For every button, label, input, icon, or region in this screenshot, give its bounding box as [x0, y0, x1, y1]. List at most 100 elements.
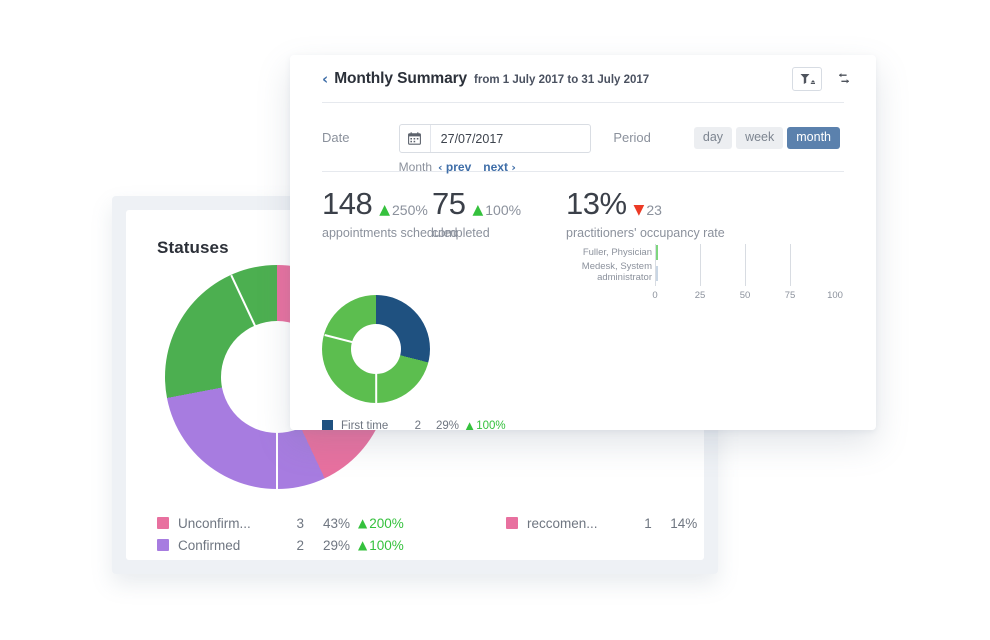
legend-label: First time	[341, 419, 389, 431]
occupancy-bar[interactable]	[656, 245, 658, 260]
occupancy-bar-chart: Fuller, Physician Medesk, System adminis…	[580, 244, 848, 306]
date-label: Date	[322, 130, 350, 145]
legend-count: 2	[414, 419, 421, 431]
period-label: Period	[613, 130, 651, 145]
stat-delta-value: 23	[646, 202, 662, 218]
stats-row: 148 ▲ 250% appointments scheduled 75 ▲ 1…	[290, 172, 876, 240]
stat-value: 75	[432, 186, 466, 221]
stat-caption: appointments scheduled	[322, 226, 458, 240]
monthly-summary-card: ‹ Monthly Summary from 1 July 2017 to 31…	[290, 55, 876, 430]
occupancy-row: Fuller, Physician	[580, 244, 652, 262]
legend-count: 3	[296, 515, 304, 531]
occupancy-bar[interactable]	[656, 266, 658, 281]
axis-tick: 75	[784, 290, 796, 301]
stat-delta: ▼ 23	[634, 202, 662, 218]
month-nav: Month ‹ prev next ›	[399, 160, 592, 174]
legend-delta-value: 100%	[369, 560, 404, 561]
next-month-link[interactable]: next ›	[483, 160, 516, 174]
stat-value: 13%	[566, 186, 627, 221]
period-option-month[interactable]: month	[787, 127, 840, 149]
legend-delta: ▲ 100%	[358, 538, 404, 553]
legend-percent: 43%	[322, 515, 350, 531]
axis-tick: 100	[827, 290, 843, 301]
gridline	[790, 244, 791, 286]
legend-count: 2	[296, 537, 304, 553]
arrow-up-icon: ▲	[472, 202, 484, 218]
stat-completed: 75 ▲ 100% completed	[432, 188, 566, 240]
legend-swatch	[322, 420, 333, 430]
axis-tick: 0	[652, 290, 658, 301]
month-nav-label: Month	[398, 160, 433, 174]
stat-caption: completed	[432, 226, 490, 240]
date-value[interactable]: 27/07/2017	[431, 132, 504, 146]
controls-row: Date 27/07/2017 Month ‹ prev next › Peri…	[290, 103, 876, 174]
stat-occupancy-rate: 13% ▼ 23 practitioners' occupancy rate	[566, 188, 725, 240]
period-toggle: day week month	[693, 124, 844, 149]
legend-delta: ▲ 100%	[465, 420, 506, 431]
stat-delta-value: 100%	[485, 202, 522, 218]
arrow-up-icon: ▲	[358, 538, 368, 552]
date-range-label: from 1 July 2017 to 31 July 2017	[474, 73, 650, 86]
legend-delta: ▲ 200%	[358, 516, 404, 531]
legend-swatch	[506, 517, 518, 529]
legend-percent: 29%	[304, 560, 358, 561]
date-group: 27/07/2017 Month ‹ prev next ›	[398, 124, 592, 174]
type-legend: First time 2 29% ▲ 100% Follow-up 5 71% …	[322, 417, 506, 430]
legend-percent: 29%	[435, 419, 459, 431]
donut-hole	[351, 324, 401, 374]
list-item[interactable]: reccomen... 1 14% ▲ 0%	[506, 512, 704, 534]
list-item[interactable]: First time 2 29% ▲ 100%	[322, 417, 506, 430]
stat-delta: ▲ 250%	[379, 202, 428, 218]
back-chevron-icon[interactable]: ‹	[322, 72, 328, 87]
arrow-up-icon: ▲	[379, 202, 391, 218]
legend-swatch	[157, 517, 169, 529]
prev-month-link[interactable]: ‹ prev	[438, 160, 471, 174]
refresh-icon	[839, 73, 849, 84]
legend-label: Unconfirm...	[178, 515, 251, 531]
stat-top: 75 ▲ 100%	[432, 188, 566, 219]
occupancy-category-label: Fuller, Physician	[582, 246, 652, 258]
arrow-up-icon: ▲	[358, 516, 368, 530]
occupancy-category-label: Medesk, System administrator	[581, 261, 652, 283]
statuses-legend-secondary: reccomen... 1 14% ▲ 0%	[506, 512, 704, 534]
calendar-icon	[408, 132, 422, 145]
header-actions	[792, 66, 854, 91]
legend-percent: 29%	[322, 537, 350, 553]
arrow-down-icon: ▼	[633, 202, 645, 218]
legend-label: Confirmed	[178, 537, 241, 553]
list-item[interactable]: Confirmed 2 29% ▲ 100%	[157, 534, 697, 556]
filter-icon	[800, 73, 815, 84]
chevron-left-icon: ‹	[438, 161, 443, 174]
legend-delta-value: 100%	[476, 419, 506, 431]
filter-button[interactable]	[792, 66, 822, 91]
legend-swatch	[157, 539, 169, 551]
chevron-right-icon: ›	[511, 161, 516, 174]
axis-tick: 25	[694, 290, 706, 301]
legend-label: Completed	[178, 560, 282, 561]
legend-delta-value: 100%	[369, 537, 404, 553]
legend-count: 2	[282, 560, 304, 561]
stat-caption: practitioners' occupancy rate	[566, 226, 725, 240]
date-input[interactable]: 27/07/2017	[398, 124, 592, 153]
gridline	[700, 244, 701, 286]
arrow-up-icon: ▲	[465, 418, 475, 431]
refresh-button[interactable]	[834, 69, 854, 89]
stat-value: 148	[322, 186, 373, 221]
legend-delta-value: 200%	[369, 515, 404, 531]
period-option-week[interactable]: week	[736, 127, 784, 149]
type-donut-chart	[322, 295, 430, 403]
stat-top: 13% ▼ 23	[566, 188, 725, 219]
axis-tick: 50	[739, 290, 751, 301]
stat-delta: ▲ 100%	[472, 202, 521, 218]
list-item[interactable]: Completed 2 29% ▲ 100%	[157, 556, 697, 561]
legend-delta: ▲ 100%	[358, 560, 404, 561]
statuses-panel-title: Statuses	[157, 238, 229, 257]
legend-percent: 14%	[670, 515, 698, 531]
occupancy-row: Medesk, System administrator	[580, 261, 652, 288]
summary-header: ‹ Monthly Summary from 1 July 2017 to 31…	[290, 55, 876, 102]
period-option-day[interactable]: day	[693, 127, 733, 149]
stat-top: 148 ▲ 250%	[322, 188, 432, 219]
legend-count: 1	[644, 515, 652, 531]
calendar-icon-cell[interactable]	[400, 125, 431, 152]
prev-label: prev	[445, 160, 472, 174]
